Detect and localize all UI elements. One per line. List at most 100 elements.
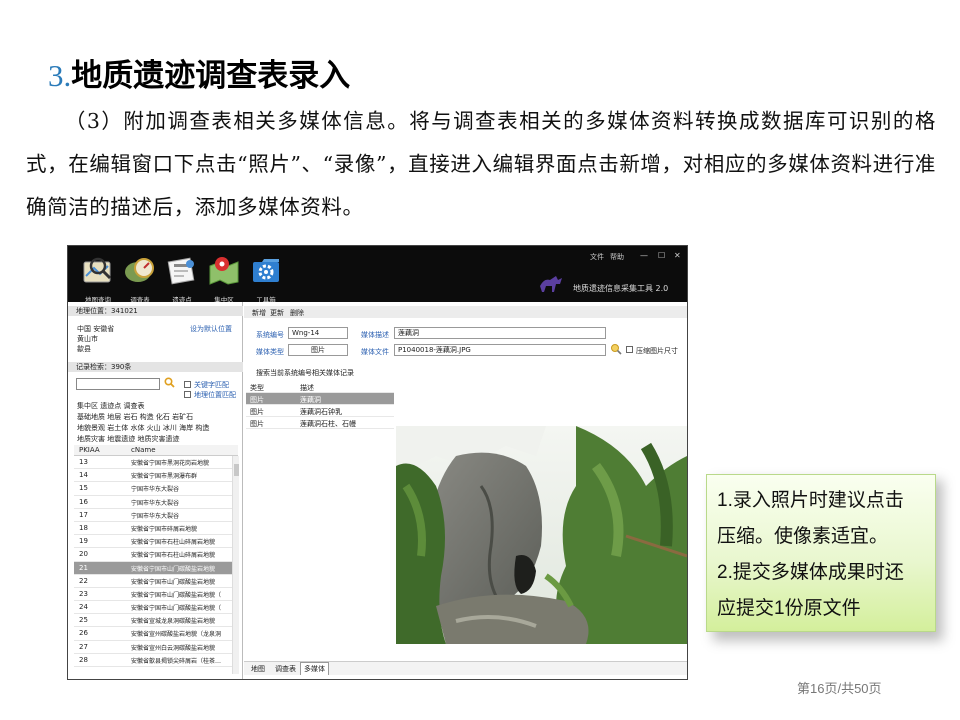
add-button[interactable]: 新增 xyxy=(252,308,266,318)
table-row[interactable]: 16 宁国市华东大裂谷 xyxy=(74,495,232,509)
toolbar-survey-form[interactable]: 调查表 xyxy=(118,252,162,304)
callout-line: 应提交1份原文件 xyxy=(717,598,861,619)
table-row[interactable]: 22 安徽省宁国市山门碳酸盐岩地貌 xyxy=(74,574,232,588)
body-paragraph-text: （3）附加调查表相关多媒体信息。将与调查表相关的多媒体资料转换成数据库可识别的格… xyxy=(26,109,936,219)
left-panel: 地理位置：341021 中国 安徽省 黄山市 歙县 设为默认位置 记录检索：39… xyxy=(68,302,243,679)
menu-file[interactable]: 文件 xyxy=(590,252,604,262)
app-name: 地质遗迹信息采集工具 2.0 xyxy=(573,284,669,293)
bottom-tab[interactable]: 调查表 xyxy=(272,664,299,674)
table-row[interactable]: 20 安徽省宁国市石柱山碎屑岩地貌 xyxy=(74,548,232,562)
column-header-pkiaa[interactable]: PKIAA xyxy=(79,446,100,454)
media-row-desc: 莲藕洞 xyxy=(300,396,321,404)
row-id: 23 xyxy=(79,589,88,598)
media-type-select[interactable]: 图片 xyxy=(288,344,348,356)
column-header-cname[interactable]: cName xyxy=(131,446,156,454)
category-row[interactable]: 地貌景观 岩土体 水体 火山 冰川 海岸 构造 xyxy=(77,423,209,433)
row-id: 25 xyxy=(79,616,88,625)
row-id: 27 xyxy=(79,642,88,651)
toolbar-concentrated-area[interactable]: 集中区 xyxy=(202,252,246,304)
row-id: 28 xyxy=(79,655,88,664)
set-default-location-link[interactable]: 设为默认位置 xyxy=(190,324,232,334)
category-row[interactable]: 集中区 遗迹点 调查表 xyxy=(77,401,144,411)
record-grid-scrollbar[interactable] xyxy=(232,456,239,674)
survey-form-icon xyxy=(124,254,156,286)
minimize-button[interactable]: — xyxy=(640,251,648,260)
compress-image-label: 压缩图片尺寸 xyxy=(636,347,678,355)
row-id: 26 xyxy=(79,629,88,638)
menu-help[interactable]: 帮助 xyxy=(610,252,624,262)
toolbar-map-query[interactable]: 地图查询 xyxy=(76,252,120,304)
media-file-field[interactable]: P1040018-莲藕洞.JPG xyxy=(394,344,606,356)
location-line: 歙县 xyxy=(77,345,91,353)
row-name: 安徽省宁国市黑洞瀑布群 xyxy=(131,473,198,481)
media-row[interactable]: 图片 莲藕洞石钟乳 xyxy=(246,405,394,417)
record-grid-header: PKIAA cName xyxy=(74,445,238,456)
table-row[interactable]: 15 宁国市华东大裂谷 xyxy=(74,482,232,496)
maximize-button[interactable]: ☐ xyxy=(658,251,665,260)
search-icon[interactable] xyxy=(164,377,175,388)
media-row-type: 图片 xyxy=(250,408,264,416)
row-id: 16 xyxy=(79,497,88,506)
row-id: 17 xyxy=(79,510,88,519)
table-row[interactable]: 14 安徽省宁国市黑洞瀑布群 xyxy=(74,469,232,483)
media-description-field[interactable]: 莲藕洞 xyxy=(394,327,606,339)
keyword-match-label: 关键字匹配 xyxy=(194,381,229,389)
geo-match-checkbox[interactable] xyxy=(184,391,191,398)
browse-file-icon[interactable] xyxy=(610,343,622,355)
table-row[interactable]: 23 安徽省宁国市山门碳酸盐岩地貌（ xyxy=(74,587,232,602)
media-row[interactable]: 图片 莲藕洞 xyxy=(246,393,394,405)
toolbar-site-point[interactable]: 遗迹点 xyxy=(160,252,204,304)
keyword-match-checkbox[interactable] xyxy=(184,381,191,388)
table-row[interactable]: 24 安徽省宁国市山门碳酸盐岩地貌（ xyxy=(74,601,232,615)
record-search-input[interactable] xyxy=(76,378,160,390)
record-grid: 13 安徽省宁国市黑洞花岗岩地貌 14 安徽省宁国市黑洞瀑布群 15 宁国市华东大裂谷 16… xyxy=(74,456,232,667)
table-row[interactable]: 19 安徽省宁国市石柱山碎屑岩地貌 xyxy=(74,535,232,549)
table-row[interactable]: 25 安徽省宣城龙泉洞碳酸盐岩地貌 xyxy=(74,614,232,628)
close-button[interactable]: ✕ xyxy=(674,251,681,260)
map-search-icon xyxy=(82,254,114,286)
row-id: 22 xyxy=(79,576,88,585)
compress-image-checkbox[interactable] xyxy=(626,346,633,353)
bottom-tab[interactable]: 多媒体 xyxy=(300,662,329,675)
bottom-tab[interactable]: 地图 xyxy=(248,664,268,674)
row-name: 安徽省宣城龙泉洞碳酸盐岩地貌 xyxy=(131,618,216,626)
page-number: 第16页/共50页 xyxy=(797,681,882,696)
tip-callout: 1.录入照片时建议点击 压缩。使像素适宜。 2.提交多媒体成果时还 应提交1份原… xyxy=(706,474,936,632)
callout-line: 压缩。使像素适宜。 xyxy=(717,526,889,547)
table-row[interactable]: 27 安徽省宣州白云洞碳酸盐岩地貌 xyxy=(74,640,232,654)
table-row[interactable]: 26 安徽省宣州碳酸盐岩地貌（龙泉洞 xyxy=(74,627,232,641)
category-row[interactable]: 地质灾害 地震遗迹 地质灾害遗迹 xyxy=(77,434,179,444)
callout-line: 1.录入照片时建议点击 xyxy=(717,490,904,511)
callout-line: 2.提交多媒体成果时还 xyxy=(717,562,904,583)
row-id: 19 xyxy=(79,537,88,546)
location-line: 黄山市 xyxy=(77,335,98,343)
concentrated-area-icon xyxy=(208,254,240,286)
scrollbar-thumb[interactable] xyxy=(234,464,239,476)
row-name: 安徽省宁国市碎屑岩地貌 xyxy=(131,525,198,533)
slide-title: 3.地质遗迹调查表录入 xyxy=(48,50,350,95)
table-row[interactable]: 18 安徽省宁国市碎屑岩地貌 xyxy=(74,521,232,536)
record-search-bar: 记录检索：390条 xyxy=(68,362,243,372)
media-table-header: 类型 描述 xyxy=(246,381,394,393)
row-id: 13 xyxy=(79,458,88,466)
media-row-desc: 莲藕洞石钟乳 xyxy=(300,408,342,416)
system-number-field[interactable]: Wng-14 xyxy=(288,327,348,339)
delete-button[interactable]: 删除 xyxy=(290,308,304,318)
row-name: 安徽省宁国市石柱山碎屑岩地貌 xyxy=(131,539,216,547)
column-header-desc[interactable]: 描述 xyxy=(300,383,314,393)
system-number-label: 系统编号 xyxy=(256,331,284,339)
table-row[interactable]: 17 宁国市华东大裂谷 xyxy=(74,508,232,522)
table-row[interactable]: 21 安徽省宁国市山门碳酸盐岩地貌 xyxy=(74,561,232,575)
location-bar: 地理位置：341021 xyxy=(68,306,243,316)
column-header-type[interactable]: 类型 xyxy=(250,383,264,393)
media-toolbar: 新增 更新 删除 xyxy=(244,306,687,318)
site-point-icon xyxy=(166,254,198,286)
media-file-label: 媒体文件 xyxy=(361,348,389,356)
table-row[interactable]: 28 安徽省歙县揭锁尖碎屑岩（桂茶… xyxy=(74,653,232,667)
toolbar-toolbox[interactable]: 工具箱 xyxy=(244,252,288,304)
table-row[interactable]: 13 安徽省宁国市黑洞花岗岩地貌 xyxy=(74,456,232,470)
row-id: 18 xyxy=(79,523,88,532)
update-button[interactable]: 更新 xyxy=(270,308,284,318)
media-row[interactable]: 图片 莲藕洞石柱、石幔 xyxy=(246,417,394,429)
category-row[interactable]: 基础地质 地层 岩石 构造 化石 岩矿石 xyxy=(77,412,193,422)
